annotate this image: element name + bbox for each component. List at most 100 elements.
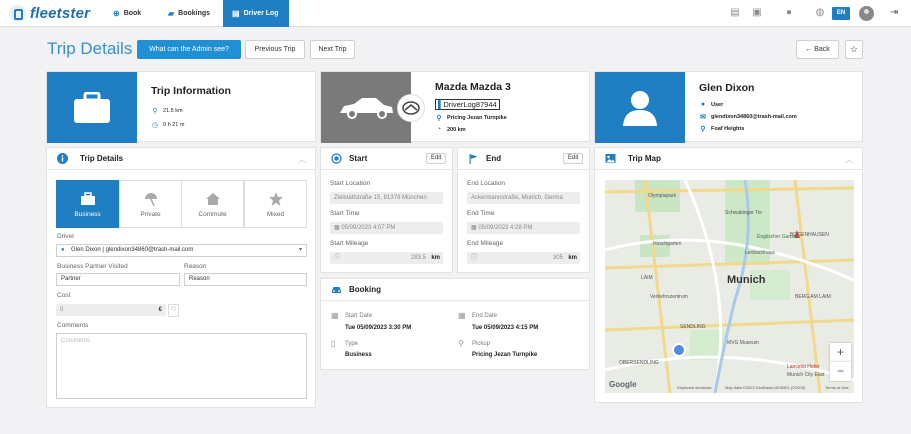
hero-user bbox=[595, 72, 685, 143]
end-location-label: End Location bbox=[467, 180, 505, 187]
end-edit-button[interactable]: Edit bbox=[563, 153, 584, 164]
user-icon bbox=[623, 90, 657, 126]
start-edit-button[interactable]: Edit bbox=[426, 153, 447, 164]
map-label-lenbach: Lenbachhaus bbox=[745, 250, 776, 256]
map-keyboard-shortcuts[interactable]: Keyboard shortcuts bbox=[677, 385, 711, 390]
map-label-schwabinger: Schwabinger Tor bbox=[725, 210, 763, 216]
plus-circle-icon: ⊕ bbox=[113, 9, 120, 18]
driver-role: ● User bbox=[700, 101, 724, 108]
trip-information-card: Trip Information ⚲ 21.5 km ◷ 0 h 21 m bbox=[46, 71, 316, 143]
mazda-logo-icon bbox=[402, 101, 420, 115]
map-label-laim: LAIM bbox=[641, 275, 653, 281]
favorite-star-icon[interactable]: ☆ bbox=[845, 40, 863, 59]
end-mileage-label: End Mileage bbox=[467, 240, 504, 247]
car-front-icon bbox=[332, 287, 341, 293]
next-trip-button[interactable]: Next Trip bbox=[310, 40, 355, 59]
start-location-label: Start Location bbox=[330, 180, 371, 187]
avatar[interactable] bbox=[859, 6, 874, 21]
end-panel: End Edit End Location Ackermannstraße, M… bbox=[457, 147, 590, 273]
booking-title: Booking bbox=[349, 285, 381, 294]
notification-icon[interactable]: ● bbox=[783, 7, 795, 19]
start-header: Start Edit bbox=[321, 148, 452, 170]
license-plate: ▌DriverLog87944 bbox=[435, 99, 500, 110]
previous-trip-button[interactable]: Previous Trip bbox=[245, 40, 305, 59]
vehicle-title: Mazda Mazda 3 bbox=[435, 81, 511, 93]
booking-panel: Booking ▦ Start Date Tue 05/09/2023 3:30 … bbox=[320, 278, 590, 370]
trip-details-title: Trip Details bbox=[80, 154, 124, 163]
driver-email[interactable]: ✉ glendixon34860@trash-mail.com bbox=[699, 113, 797, 121]
briefcase-icon[interactable]: ▣ bbox=[751, 7, 763, 19]
start-time-field: ▦ 05/09/2023 4:07 PM bbox=[330, 222, 443, 234]
start-mileage-field: ⓘ 283.5 km bbox=[330, 252, 443, 264]
hero-briefcase bbox=[47, 72, 137, 143]
arrow-left-icon: ← bbox=[805, 46, 815, 53]
google-logo: Google bbox=[609, 380, 637, 389]
envelope-icon: ✉ bbox=[700, 114, 706, 121]
report-icon[interactable]: ▤ bbox=[729, 7, 741, 19]
car-icon bbox=[340, 97, 393, 119]
reason-input[interactable]: Reason bbox=[184, 273, 307, 286]
calendar-icon: ▦ bbox=[458, 311, 466, 320]
end-title: End bbox=[486, 154, 502, 163]
gauge-icon: ◔ bbox=[436, 126, 442, 133]
map-zoom-out-button[interactable]: − bbox=[830, 362, 851, 381]
language-button[interactable]: EN bbox=[832, 7, 850, 20]
purpose-commute-button[interactable]: Commute bbox=[181, 180, 244, 228]
logo-text: fleetster bbox=[30, 5, 91, 22]
partner-input[interactable]: Partner bbox=[56, 273, 180, 286]
map-label-hofer: Lancelot Hofer bbox=[787, 364, 820, 370]
nav-driver-log[interactable]: ▤ Driver Log bbox=[223, 0, 289, 27]
trip-map[interactable]: Olympiapark Schwabinger Tor Hirschgarten… bbox=[605, 180, 854, 393]
purpose-mixed-button[interactable]: Mixed bbox=[244, 180, 307, 228]
end-header: End Edit bbox=[458, 148, 589, 170]
logout-icon[interactable]: ⇥ bbox=[888, 7, 900, 19]
currency-symbol: € bbox=[158, 307, 162, 313]
info-icon bbox=[57, 153, 68, 164]
flag-icon bbox=[469, 154, 478, 164]
start-mileage-label: Start Mileage bbox=[330, 240, 369, 247]
nav-book[interactable]: ⊕ Book bbox=[113, 0, 153, 27]
map-terms-link[interactable]: Terms of Use bbox=[825, 385, 849, 390]
cost-label: Cost bbox=[57, 292, 71, 299]
trip-map-header[interactable]: Trip Map ︿ bbox=[595, 148, 862, 170]
fleetster-logo[interactable]: fleetster bbox=[9, 5, 90, 22]
cost-input[interactable]: 0 € bbox=[56, 304, 166, 316]
cost-stepper[interactable]: ︿ ﹀ bbox=[168, 304, 179, 317]
purpose-business-button[interactable]: Business bbox=[56, 180, 119, 228]
user-small-icon: ● bbox=[61, 247, 65, 253]
driver-location: ⚲ Foaf Heights bbox=[700, 126, 745, 133]
back-button[interactable]: ← Back bbox=[796, 40, 839, 59]
driver-name: Glen Dixon bbox=[699, 82, 755, 94]
booking-start-value: Tue 05/09/2023 3:30 PM bbox=[345, 325, 412, 331]
globe-icon[interactable]: ◍ bbox=[814, 7, 826, 19]
booking-pickup-value: Pricing Jezan Turnpike bbox=[472, 352, 538, 358]
mazda-logo bbox=[397, 94, 425, 122]
nav-bookings[interactable]: ▰ Bookings bbox=[168, 0, 216, 27]
map-label-berg: BERG AM LAIM bbox=[795, 294, 831, 300]
map-label-munich-city: Munich City East bbox=[787, 372, 825, 378]
clock-icon: ◷ bbox=[151, 122, 159, 129]
comments-textarea[interactable]: Comments bbox=[56, 333, 307, 399]
top-bar: fleetster ⊕ Book ▰ Bookings ▤ Driver Log ▤ … bbox=[0, 0, 911, 27]
map-zoom-in-button[interactable]: + bbox=[830, 343, 851, 362]
partner-label: Business Partner Visited bbox=[57, 263, 128, 270]
start-time-label: Start Time bbox=[330, 210, 360, 217]
chevron-up-icon[interactable]: ︿ bbox=[845, 154, 853, 165]
purpose-private-button[interactable]: Private bbox=[119, 180, 182, 228]
admin-view-button[interactable]: What can the Admin see? bbox=[137, 40, 241, 59]
map-label-olympiapark: Olympiapark bbox=[648, 193, 677, 199]
star-icon bbox=[268, 192, 283, 206]
start-target-icon bbox=[331, 153, 342, 164]
caret-down-icon: ▾ bbox=[298, 247, 302, 253]
booking-end-value: Tue 05/09/2023 4:15 PM bbox=[472, 325, 539, 331]
driver-select[interactable]: ● Glen Dixon | glendixon34860@trash-mail… bbox=[56, 244, 307, 257]
chevron-up-icon[interactable]: ︿ bbox=[298, 154, 306, 165]
booking-header: Booking bbox=[321, 279, 589, 301]
driver-card: Glen Dixon ● User ✉ glendixon34860@trash-m… bbox=[594, 71, 863, 143]
reason-label: Reason bbox=[184, 263, 207, 270]
end-time-field: ▦ 05/09/2023 4:28 PM bbox=[467, 222, 580, 234]
route-icon: ⚲ bbox=[152, 108, 158, 115]
vehicle-card: Mazda Mazda 3 ▌DriverLog87944 ⚲ Pricing J… bbox=[320, 71, 590, 143]
info-icon: ⓘ bbox=[334, 255, 341, 261]
trip-details-header[interactable]: Trip Details ︿ bbox=[47, 148, 315, 170]
